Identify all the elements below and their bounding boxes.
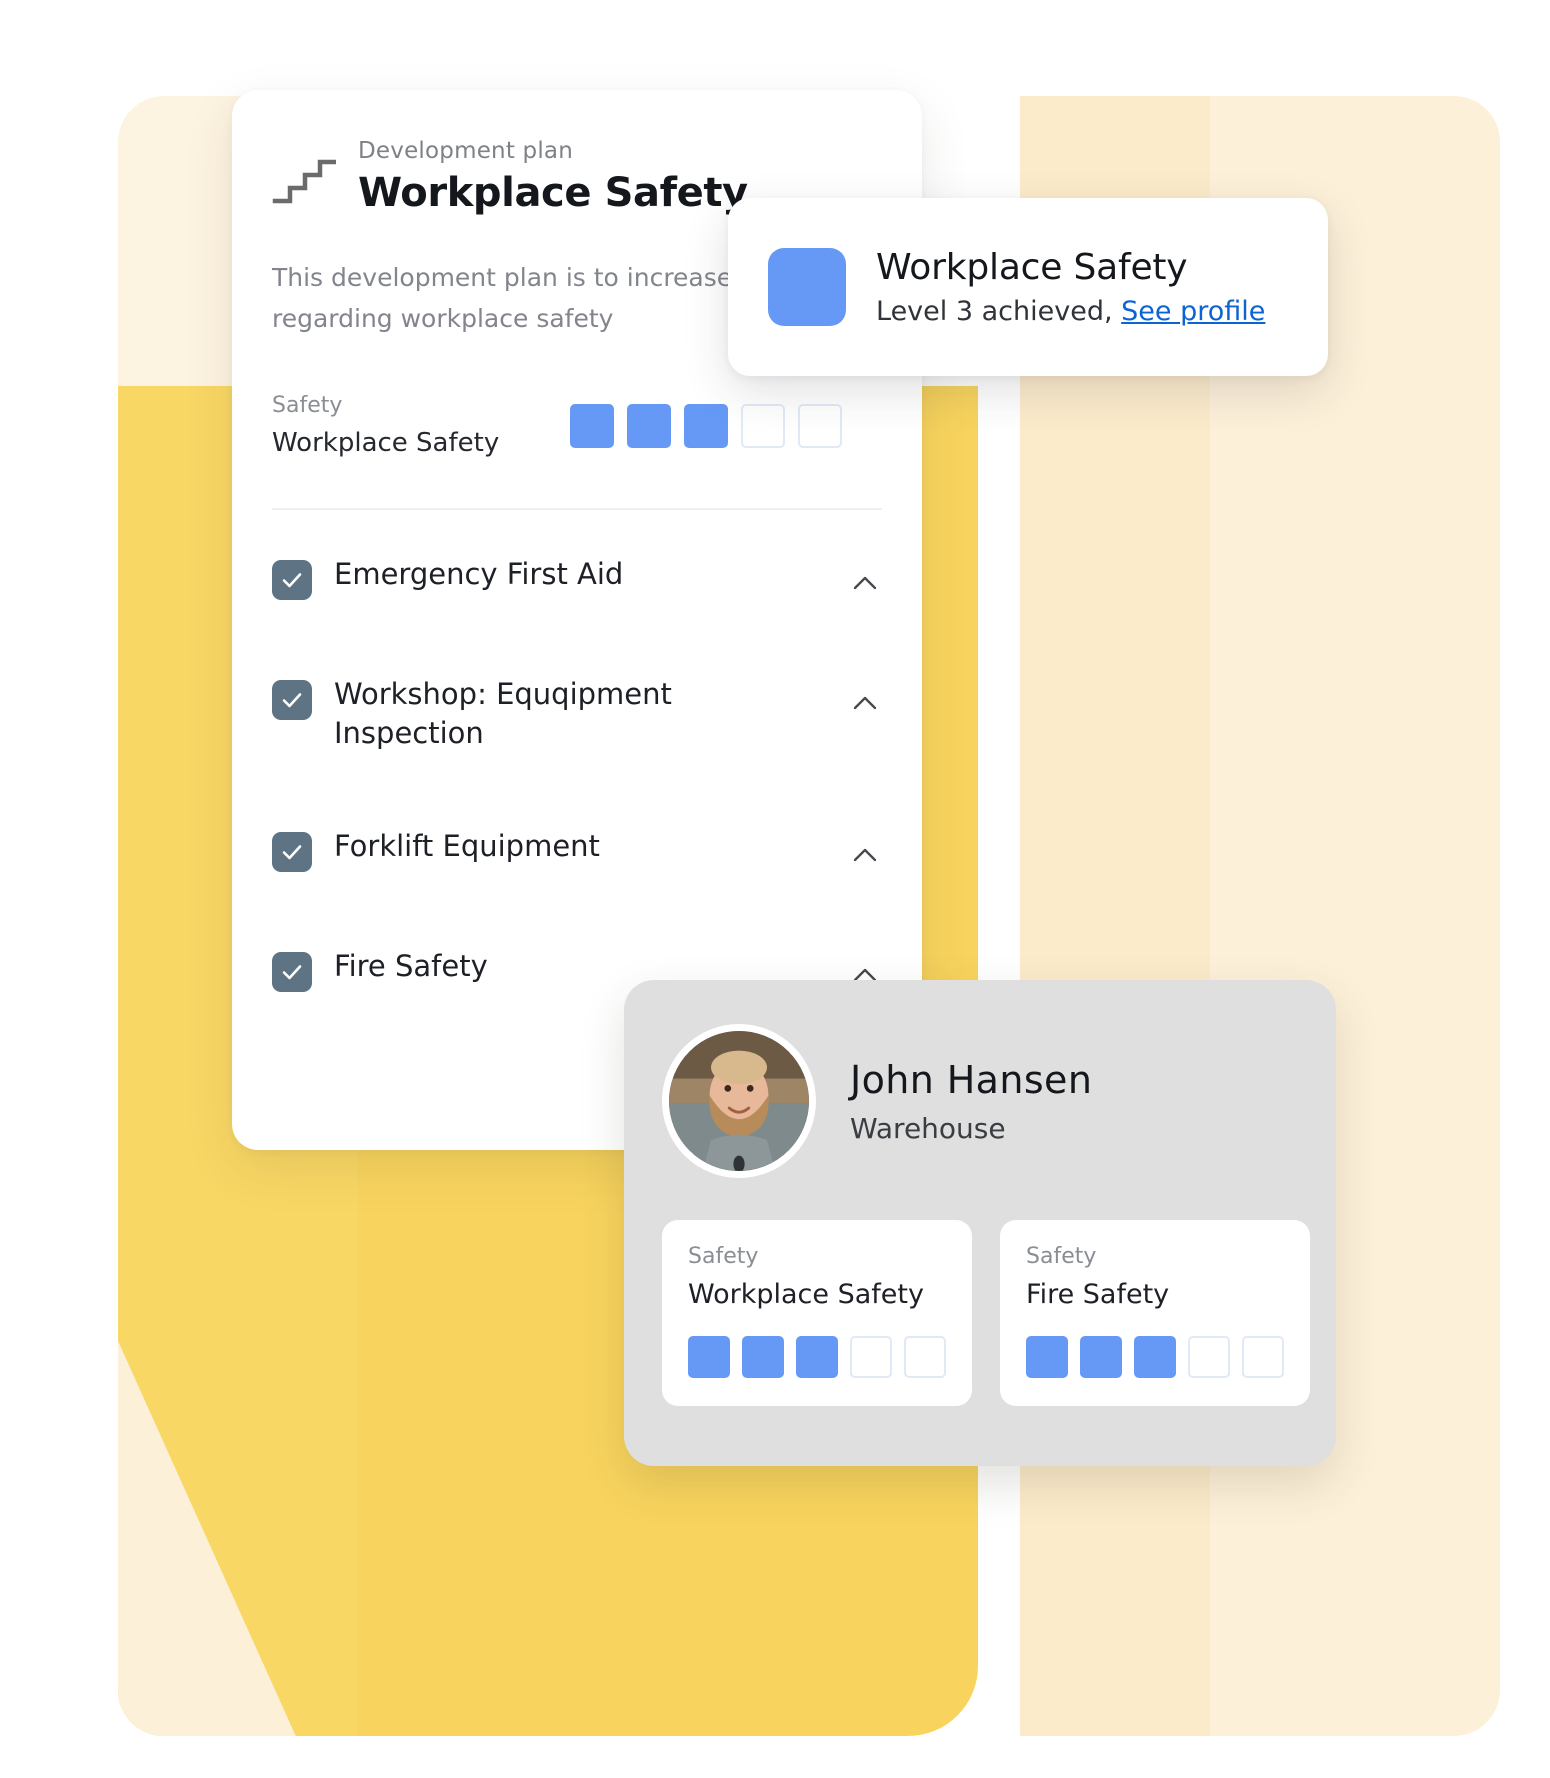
level-block-4[interactable] [850, 1336, 892, 1378]
checkbox-checked-icon[interactable] [272, 832, 312, 873]
level-block-1[interactable] [688, 1336, 730, 1378]
profile-role: Warehouse [850, 1111, 1006, 1145]
level-block-1[interactable] [570, 403, 614, 448]
plan-skill-texts: Safety Workplace Safety [272, 393, 499, 458]
skill-card-level-meter [688, 1336, 946, 1378]
skill-card-category: Safety [688, 1244, 759, 1269]
toast-text-group: Workplace Safety Level 3 achieved, See p… [876, 247, 1265, 327]
plan-skill-level-meter [570, 403, 842, 448]
checklist-item-label: Emergency First Aid [334, 557, 624, 591]
level-block-2[interactable] [627, 403, 671, 448]
checkbox-checked-icon[interactable] [272, 680, 312, 720]
chevron-up-icon[interactable] [848, 687, 882, 721]
level-block-1[interactable] [1026, 1336, 1068, 1378]
checkbox-checked-icon[interactable] [272, 952, 312, 993]
chevron-up-icon[interactable] [848, 839, 882, 873]
toast-subtitle: Level 3 achieved, See profile [876, 296, 1265, 327]
skill-badge-icon [768, 248, 846, 326]
plan-skill-summary: Safety Workplace Safety [272, 393, 882, 492]
skill-card-level-meter [1026, 1336, 1284, 1378]
checkbox-checked-icon[interactable] [272, 560, 312, 600]
checklist-item[interactable]: Forklift Equipment [272, 790, 882, 910]
checklist-item-label: Forklift Equipment [334, 829, 600, 864]
profile-header: John Hansen Warehouse [662, 1024, 1298, 1178]
achievement-toast[interactable]: Workplace Safety Level 3 achieved, See p… [728, 198, 1328, 376]
profile-identity: John Hansen Warehouse [850, 1058, 1092, 1145]
plan-eyebrow: Development plan [358, 138, 574, 164]
profile-skill-cards: Safety Workplace Safety Safety Fire Safe… [662, 1220, 1310, 1406]
level-block-3[interactable] [1134, 1336, 1176, 1378]
level-block-2[interactable] [742, 1336, 784, 1378]
avatar[interactable] [662, 1024, 816, 1178]
skill-card-category: Safety [1026, 1244, 1097, 1269]
level-block-3[interactable] [684, 403, 728, 448]
employee-profile-card: John Hansen Warehouse Safety Workplace S… [624, 980, 1336, 1466]
see-profile-link[interactable]: See profile [1121, 296, 1265, 327]
screenshot-root: Development plan Workplace Safety This d… [0, 0, 1550, 1778]
chevron-up-icon[interactable] [848, 567, 882, 601]
toast-subtitle-text: Level 3 achieved, [876, 296, 1113, 327]
skill-card-name: Workplace Safety [688, 1279, 924, 1310]
page-title: Workplace Safety [358, 170, 748, 216]
skill-card[interactable]: Safety Workplace Safety [662, 1220, 972, 1406]
skill-card-name: Fire Safety [1026, 1279, 1170, 1310]
level-block-4[interactable] [1188, 1336, 1230, 1378]
level-block-5[interactable] [1242, 1336, 1284, 1378]
plan-skill-name: Workplace Safety [272, 428, 500, 458]
checklist-item[interactable]: Emergency First Aid [272, 518, 882, 638]
checklist-item[interactable]: Workshop: Equqipment Inspection [272, 638, 882, 790]
level-block-2[interactable] [1080, 1336, 1122, 1378]
toast-title: Workplace Safety [876, 247, 1188, 288]
skill-card[interactable]: Safety Fire Safety [1000, 1220, 1310, 1406]
level-block-5[interactable] [904, 1336, 946, 1378]
checklist-item-label: Workshop: Equqipment Inspection [334, 677, 672, 751]
plan-title-group: Development plan Workplace Safety [358, 132, 748, 216]
level-block-3[interactable] [796, 1336, 838, 1378]
stairs-icon [272, 146, 337, 208]
plan-checklist: Emergency First Aid Workshop: Equqipment… [232, 510, 922, 1030]
level-block-5[interactable] [798, 403, 842, 448]
profile-name: John Hansen [850, 1057, 1093, 1102]
level-block-4[interactable] [741, 403, 785, 448]
plan-skill-category: Safety [272, 393, 343, 418]
